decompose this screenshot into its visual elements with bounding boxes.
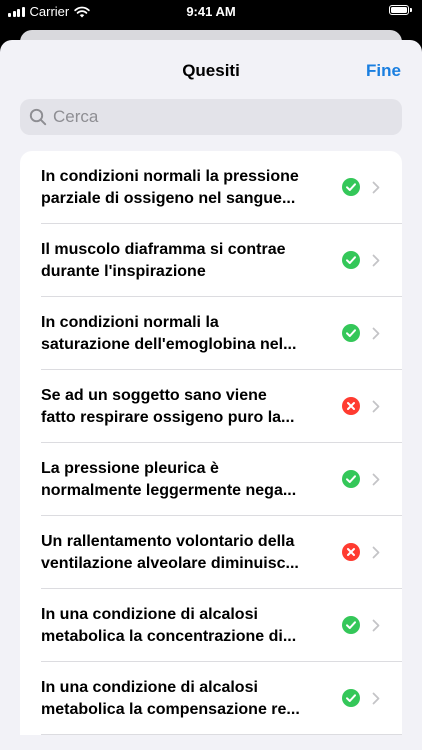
- question-row[interactable]: In una condizione di alcalosi metabolica …: [20, 662, 402, 735]
- checkmark-circle-icon: [342, 251, 360, 269]
- question-text: Un rallentamento volontario della ventila…: [41, 531, 331, 575]
- chevron-right-icon: [372, 692, 380, 705]
- page-title: Quesiti: [182, 61, 240, 80]
- chevron-right-icon: [372, 254, 380, 267]
- status-bar: Carrier 9:41 AM: [0, 0, 422, 24]
- question-text: Se ad un soggetto sano viene fatto respir…: [41, 385, 331, 429]
- question-row[interactable]: Il muscolo diaframma si contrae durante l…: [20, 224, 402, 297]
- question-text: In condizioni normali la saturazione dell…: [41, 312, 331, 356]
- question-text: Il muscolo diaframma si contrae durante l…: [41, 239, 331, 283]
- question-row[interactable]: Un rallentamento volontario della ventila…: [20, 516, 402, 589]
- navigation-bar: Quesiti Fine: [0, 40, 422, 96]
- status-time: 9:41 AM: [186, 4, 236, 19]
- chevron-right-icon: [372, 619, 380, 632]
- question-text-line: durante l'inspirazione: [41, 263, 206, 280]
- xmark-circle-icon: [342, 543, 360, 561]
- chevron-right-icon: [372, 546, 380, 559]
- questions-list: In condizioni normali la pressione parzia…: [20, 151, 402, 735]
- question-text: In una condizione di alcalosi metabolica …: [41, 677, 331, 721]
- search-bar[interactable]: [20, 99, 402, 135]
- search-icon: [29, 108, 47, 126]
- question-row[interactable]: In condizioni normali la saturazione dell…: [20, 297, 402, 370]
- checkmark-circle-icon: [342, 470, 360, 488]
- checkmark-circle-icon: [342, 689, 360, 707]
- question-text-line: Il muscolo diaframma si contrae: [41, 241, 286, 258]
- question-text-line: In una condizione di alcalosi: [41, 606, 258, 623]
- chevron-right-icon: [372, 400, 380, 413]
- question-row[interactable]: Se ad un soggetto sano viene fatto respir…: [20, 370, 402, 443]
- checkmark-circle-icon: [342, 324, 360, 342]
- questions-sheet: Quesiti Fine In condizioni normali la pr…: [0, 40, 422, 750]
- question-text-line: fatto respirare ossigeno puro la...: [41, 409, 295, 426]
- row-divider: [41, 734, 402, 735]
- question-text: In condizioni normali la pressione parzia…: [41, 166, 331, 210]
- question-text: La pressione pleurica è normalmente legge…: [41, 458, 331, 502]
- question-text-line: normalmente leggermente nega...: [41, 482, 297, 499]
- question-text-line: metabolica la concentrazione di...: [41, 628, 297, 645]
- question-text-line: parziale di ossigeno nel sangue...: [41, 190, 296, 207]
- question-text-line: In una condizione di alcalosi: [41, 679, 258, 696]
- question-row[interactable]: In una condizione di alcalosi metabolica …: [20, 589, 402, 662]
- done-button[interactable]: Fine: [366, 61, 401, 81]
- chevron-right-icon: [372, 181, 380, 194]
- chevron-right-icon: [372, 473, 380, 486]
- question-text-line: saturazione dell'emoglobina nel...: [41, 336, 297, 353]
- question-text-line: La pressione pleurica è: [41, 460, 219, 477]
- checkmark-circle-icon: [342, 616, 360, 634]
- question-text-line: ventilazione alveolare diminuisc...: [41, 555, 299, 572]
- question-text-line: In condizioni normali la: [41, 314, 219, 331]
- question-text-line: metabolica la compensazione re...: [41, 701, 300, 718]
- question-text-line: Se ad un soggetto sano viene: [41, 387, 267, 404]
- question-row[interactable]: La pressione pleurica è normalmente legge…: [20, 443, 402, 516]
- checkmark-circle-icon: [342, 178, 360, 196]
- question-row[interactable]: In condizioni normali la pressione parzia…: [20, 151, 402, 224]
- question-text: In una condizione di alcalosi metabolica …: [41, 604, 331, 648]
- battery-icon: [389, 5, 413, 16]
- question-text-line: In condizioni normali la pressione: [41, 168, 299, 185]
- xmark-circle-icon: [342, 397, 360, 415]
- chevron-right-icon: [372, 327, 380, 340]
- search-input[interactable]: [50, 99, 383, 135]
- question-text-line: Un rallentamento volontario della: [41, 533, 295, 550]
